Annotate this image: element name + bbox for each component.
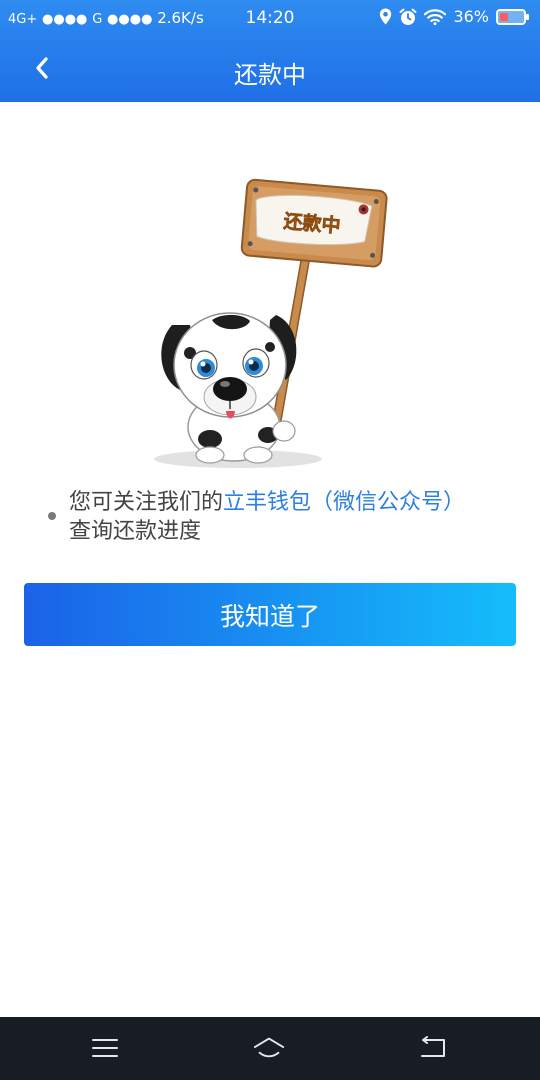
menu-icon bbox=[92, 1039, 118, 1057]
menu-button[interactable] bbox=[88, 1033, 122, 1063]
dalmatian-mascot-illustration: 还款中 bbox=[154, 178, 388, 468]
alarm-icon bbox=[399, 8, 417, 25]
app-header: 4G+ ●●●● G ●●●● 2.6K/s 14:20 36% 还款中 bbox=[0, 0, 540, 102]
location-icon bbox=[380, 8, 392, 25]
got-it-button[interactable]: 我知道了 bbox=[24, 583, 516, 646]
back-nav-button[interactable] bbox=[416, 1033, 450, 1063]
tip-text-before: 您可关注我们的 bbox=[69, 490, 224, 515]
battery-percent: 36% bbox=[453, 7, 489, 26]
wifi-icon bbox=[424, 8, 447, 25]
battery-level bbox=[500, 12, 508, 21]
back-icon bbox=[421, 1036, 445, 1057]
page-title: 还款中 bbox=[234, 61, 306, 89]
bullet-dot bbox=[48, 512, 56, 520]
tip-message: 您可关注我们的立丰钱包（微信公众号） 查询还款进度 bbox=[48, 488, 478, 546]
status-icons: 36% bbox=[379, 7, 529, 26]
home-button[interactable] bbox=[252, 1033, 286, 1063]
home-icon bbox=[253, 1037, 285, 1058]
wechat-account-link[interactable]: 立丰钱包（微信公众号） bbox=[223, 490, 465, 515]
tip-text-after: 查询还款进度 bbox=[69, 519, 202, 544]
tip-text: 您可关注我们的立丰钱包（微信公众号） 查询还款进度 bbox=[69, 488, 478, 546]
status-bar: 4G+ ●●●● G ●●●● 2.6K/s 14:20 36% bbox=[0, 0, 540, 36]
battery-icon bbox=[496, 8, 529, 25]
system-navigation-bar bbox=[0, 1017, 540, 1080]
navigation-bar: 还款中 bbox=[0, 36, 540, 102]
